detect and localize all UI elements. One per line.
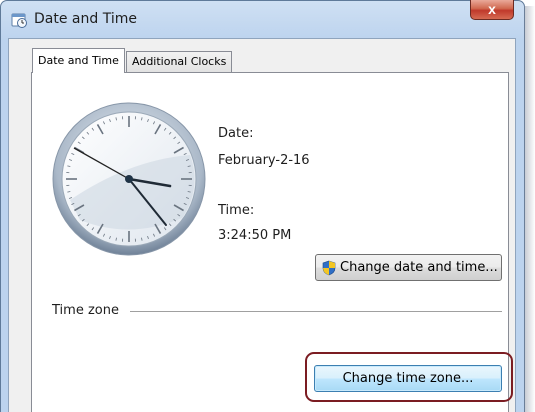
date-value: February-2-16	[218, 153, 310, 168]
window-title: Date and Time	[34, 11, 137, 27]
tab-additional-clocks[interactable]: Additional Clocks	[126, 51, 233, 72]
change-date-time-label: Change date and time...	[340, 260, 498, 275]
analog-clock-icon	[52, 102, 206, 256]
group-divider	[130, 311, 502, 312]
close-icon: x	[488, 1, 496, 17]
change-time-zone-label: Change time zone...	[342, 371, 474, 386]
date-label: Date:	[218, 126, 254, 141]
tab-date-and-time[interactable]: Date and Time	[32, 48, 125, 73]
tab-label: Date and Time	[38, 54, 119, 67]
title-bar[interactable]: Date and Time x	[0, 0, 523, 38]
date-time-app-icon	[11, 13, 27, 28]
change-time-zone-button[interactable]: Change time zone...	[314, 365, 502, 392]
change-date-time-button[interactable]: Change date and time...	[315, 254, 502, 281]
uac-shield-icon	[322, 260, 336, 276]
time-value: 3:24:50 PM	[218, 228, 292, 243]
window-shadow	[524, 6, 535, 412]
tab-label: Additional Clocks	[132, 55, 227, 68]
close-button[interactable]: x	[470, 0, 514, 20]
time-label: Time:	[218, 203, 255, 218]
time-zone-heading: Time zone	[52, 303, 119, 318]
